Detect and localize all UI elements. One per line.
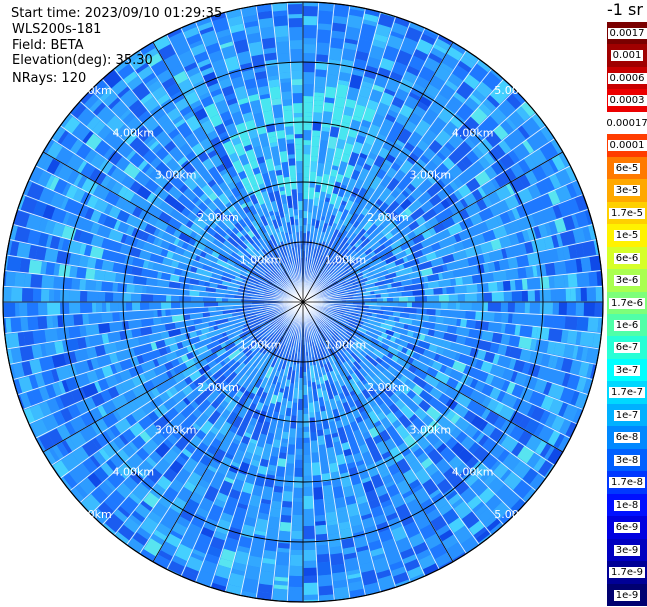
- colorbar-tick-label: 6e-9: [613, 522, 641, 534]
- colorbar-tick-label: 1e-6: [613, 319, 641, 331]
- colorbar-tick-label: 0.0001: [607, 140, 647, 152]
- range-ring-label: 4.00km: [452, 466, 494, 479]
- colorbar-cell: 3e-6: [607, 269, 647, 293]
- colorbar-cell: 6e-7: [607, 336, 647, 360]
- colorbar-cell: 1.7e-5: [607, 201, 647, 225]
- instrument-text: WLS200s-181: [12, 22, 102, 37]
- colorbar-tick-label: 0.00017: [604, 117, 647, 129]
- range-ring-label: 3.00km: [410, 423, 452, 436]
- colorbar-cell: 1.7e-8: [607, 471, 647, 495]
- colorbar-tick-label: 0.0003: [607, 95, 647, 107]
- colorbar-tick-label: 1.7e-7: [608, 387, 646, 399]
- range-ring-label: 2.00km: [367, 211, 409, 224]
- range-ring-label: 3.00km: [155, 423, 197, 436]
- colorbar-cell: 1e-9: [607, 583, 647, 607]
- colorbar-tick-label: 3e-5: [613, 185, 641, 197]
- range-ring-label: 1.00km: [325, 338, 367, 351]
- colorbar-cell: 0.0001: [607, 134, 647, 158]
- colorbar-cell: 3e-8: [607, 448, 647, 472]
- colorbar-cell: 0.00017: [604, 111, 647, 135]
- colorbar-cell: 1e-7: [607, 403, 647, 427]
- start-time-text: Start time: 2023/09/10 01:29:35: [11, 6, 223, 21]
- colorbar-tick-label: 6e-5: [613, 162, 641, 174]
- colorbar-tick-label: 6e-6: [613, 252, 641, 264]
- colorbar-cell: 3e-9: [607, 538, 647, 562]
- range-ring-label: 4.00km: [452, 126, 494, 139]
- colorbar-cell: 6e-8: [607, 426, 647, 450]
- colorbar: 0.0017 0.001 0.0006 0.0003 0.00017 0.0001 6e-5…: [604, 22, 647, 607]
- colorbar-tick-label: 1e-9: [613, 589, 641, 601]
- colorbar-tick-label: 0.001: [610, 50, 644, 62]
- nrays-text: NRays: 120: [12, 71, 87, 86]
- range-ring-label: 5.00km: [70, 508, 112, 521]
- range-ring-label: 2.00km: [367, 381, 409, 394]
- colorbar-tick-label: 1.7e-8: [608, 477, 646, 489]
- colorbar-cell: 0.001: [607, 44, 647, 68]
- colorbar-tick-label: 1.7e-9: [608, 567, 646, 579]
- colorbar-tick-label: 0.0017: [607, 27, 647, 39]
- range-ring-label: 1.00km: [325, 254, 367, 267]
- colorbar-tick-label: 1e-7: [613, 409, 641, 421]
- colorbar-tick-label: 1.7e-5: [608, 207, 646, 219]
- colorbar-cell: 1e-5: [607, 224, 647, 248]
- colorbar-cell: 1.7e-6: [607, 291, 647, 315]
- colorbar-tick-label: 3e-8: [613, 454, 641, 466]
- elevation-text: Elevation(deg): 35.30: [12, 53, 153, 68]
- colorbar-cell: 6e-9: [607, 516, 647, 540]
- range-ring-label: 2.00km: [197, 381, 239, 394]
- colorbar-tick-label: 1e-8: [613, 499, 641, 511]
- colorbar-tick-label: 0.0006: [607, 72, 647, 84]
- colorbar-cell: 1e-8: [607, 493, 647, 517]
- colorbar-cell: 6e-5: [607, 156, 647, 180]
- range-ring-label: 3.00km: [410, 169, 452, 182]
- colorbar-cell: 0.0017: [607, 22, 647, 45]
- colorbar-cell: 3e-7: [607, 358, 647, 382]
- ppi-plot: 1.00km 1.00km 1.00km 1.00km 2.00km 2.00km 2.00…: [2, 1, 604, 603]
- colorbar-cell: 0.0003: [607, 89, 647, 113]
- colorbar-tick-label: 3e-7: [613, 364, 641, 376]
- colorbar-cell: 0.0006: [607, 66, 647, 90]
- range-ring-label: 5.00km: [494, 84, 536, 97]
- range-ring-label: 5.00km: [494, 508, 536, 521]
- range-ring-label: 2.00km: [197, 211, 239, 224]
- range-ring-label: 1.00km: [240, 338, 282, 351]
- colorbar-tick-label: 6e-8: [613, 432, 641, 444]
- range-ring-label: 4.00km: [113, 466, 155, 479]
- range-ring-label: 1.00km: [240, 254, 282, 267]
- colorbar-tick-label: 1e-5: [613, 230, 641, 242]
- colorbar-tick-label: 3e-6: [613, 275, 641, 287]
- range-ring-label: 4.00km: [113, 126, 155, 139]
- colorbar-cell: 3e-5: [607, 179, 647, 203]
- field-text: Field: BETA: [12, 38, 84, 53]
- colorbar-cell: 1.7e-9: [607, 561, 647, 585]
- colorbar-tick-label: 3e-9: [613, 544, 641, 556]
- colorbar-cell: 6e-6: [607, 246, 647, 270]
- colorbar-cell: 1.7e-7: [607, 381, 647, 405]
- range-ring-label: 3.00km: [155, 169, 197, 182]
- colorbar-tick-label: 6e-7: [613, 342, 641, 354]
- colorbar-title: -1 sr: [607, 0, 643, 19]
- colorbar-cell: 1e-6: [607, 314, 647, 337]
- colorbar-tick-label: 1.7e-6: [608, 297, 646, 309]
